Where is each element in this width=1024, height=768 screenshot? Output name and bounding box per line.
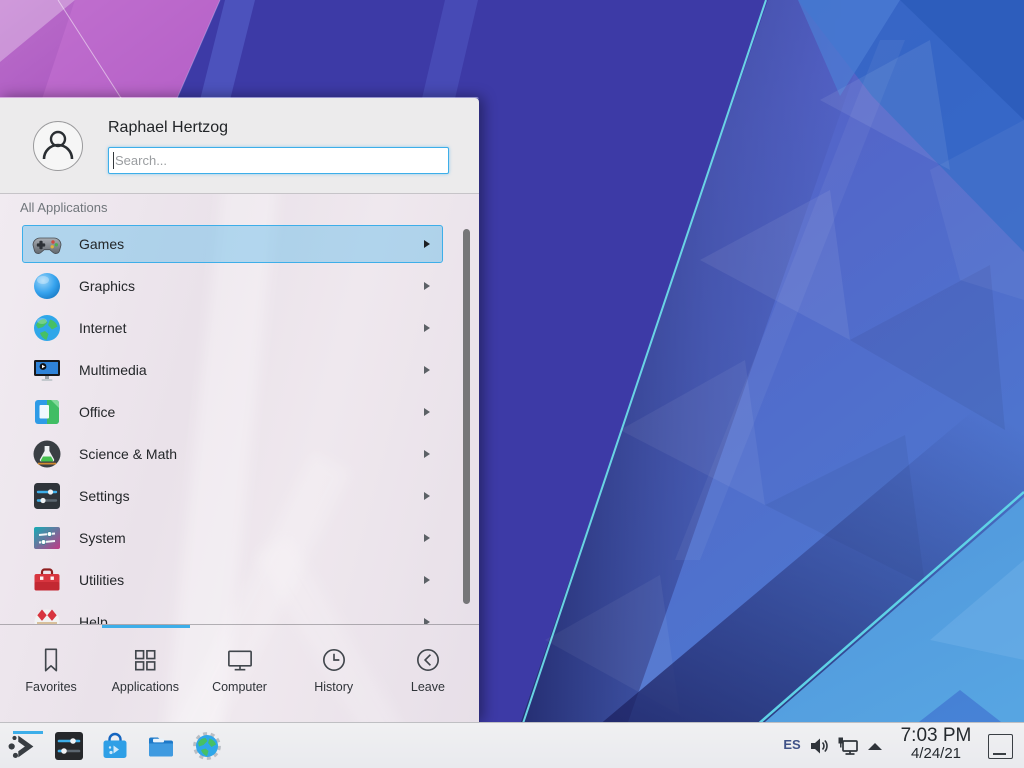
launcher-open-indicator: [13, 731, 43, 734]
settings-sliders-icon: [31, 480, 63, 512]
desktop: Raphael Hertzog All Applications: [0, 0, 1024, 768]
submenu-arrow-icon: [424, 324, 430, 332]
tab-label: Computer: [212, 680, 267, 694]
submenu-arrow-icon: [424, 240, 430, 248]
menu-item-system[interactable]: System: [22, 519, 443, 557]
application-launcher-menu: Raphael Hertzog All Applications: [0, 97, 480, 722]
tab-computer[interactable]: Computer: [192, 625, 286, 723]
menu-item-label: Office: [79, 404, 424, 420]
menu-item-label: Internet: [79, 320, 424, 336]
tab-label: History: [314, 680, 353, 694]
kickoff-tab-bar: Favorites Applications C: [0, 625, 479, 723]
menu-item-office[interactable]: Office: [22, 393, 443, 431]
monitor-icon: [225, 645, 255, 675]
menu-item-label: Graphics: [79, 278, 424, 294]
menu-item-label: Science & Math: [79, 446, 424, 462]
application-launcher-button[interactable]: [5, 728, 41, 764]
tab-label: Leave: [411, 680, 445, 694]
gamepad-icon: [31, 228, 63, 260]
network-icon[interactable]: [836, 735, 860, 764]
digital-clock[interactable]: 7:03 PM 4/24/21: [895, 726, 977, 762]
kde-kickoff-icon: [6, 729, 40, 763]
globe-icon: [31, 312, 63, 344]
submenu-arrow-icon: [424, 534, 430, 542]
tab-favorites[interactable]: Favorites: [4, 625, 98, 723]
text-caret: [113, 152, 114, 169]
user-avatar: [33, 121, 83, 171]
clock-date: 4/24/21: [895, 746, 977, 762]
office-icon: [31, 396, 63, 428]
tab-history[interactable]: History: [287, 625, 381, 723]
show-desktop-button[interactable]: [988, 734, 1013, 759]
graphics-sphere-icon: [31, 270, 63, 302]
submenu-arrow-icon: [424, 408, 430, 416]
submenu-arrow-icon: [424, 450, 430, 458]
app-grid-icon: [130, 645, 160, 675]
tab-leave[interactable]: Leave: [381, 625, 475, 723]
taskbar-panel: ES 7:03 PM 4/24/21: [0, 722, 1024, 768]
leave-icon: [413, 645, 443, 675]
search-input[interactable]: [108, 147, 449, 174]
submenu-arrow-icon: [424, 576, 430, 584]
system-settings-icon: [53, 730, 85, 762]
dolphin-folder-icon: [145, 730, 177, 762]
help-lifering-icon: [31, 606, 63, 624]
menu-item-label: Games: [79, 236, 424, 252]
menu-item-help[interactable]: Help: [22, 603, 443, 624]
keyboard-layout-indicator[interactable]: ES: [780, 737, 804, 752]
application-category-list: Games Graphics: [0, 224, 479, 624]
system-icon: [31, 522, 63, 554]
submenu-arrow-icon: [424, 492, 430, 500]
volume-icon[interactable]: [808, 735, 830, 762]
web-browser-globe-icon: [191, 730, 223, 762]
list-scrollbar[interactable]: [463, 229, 470, 604]
dolphin-taskbar-button[interactable]: [143, 728, 179, 764]
menu-header: Raphael Hertzog: [0, 98, 479, 194]
menu-item-label: Help: [79, 614, 424, 624]
menu-item-graphics[interactable]: Graphics: [22, 267, 443, 305]
expand-tray-caret-icon[interactable]: [868, 743, 882, 750]
menu-item-label: System: [79, 530, 424, 546]
discover-icon: [99, 730, 131, 762]
tab-label: Applications: [112, 680, 179, 694]
menu-item-label: Settings: [79, 488, 424, 504]
web-browser-taskbar-button[interactable]: [189, 728, 225, 764]
tab-applications[interactable]: Applications: [98, 625, 192, 723]
user-name: Raphael Hertzog: [108, 119, 228, 137]
section-label: All Applications: [20, 200, 107, 215]
menu-item-settings[interactable]: Settings: [22, 477, 443, 515]
menu-item-science-math[interactable]: Science & Math: [22, 435, 443, 473]
submenu-arrow-icon: [424, 366, 430, 374]
menu-item-multimedia[interactable]: Multimedia: [22, 351, 443, 389]
menu-item-games[interactable]: Games: [22, 225, 443, 263]
clock-icon: [319, 645, 349, 675]
submenu-arrow-icon: [424, 282, 430, 290]
tab-label: Favorites: [25, 680, 76, 694]
science-flask-icon: [31, 438, 63, 470]
person-icon: [34, 122, 82, 170]
utilities-toolbox-icon: [31, 564, 63, 596]
bookmark-icon: [36, 645, 66, 675]
menu-item-label: Multimedia: [79, 362, 424, 378]
discover-taskbar-button[interactable]: [97, 728, 133, 764]
multimedia-icon: [31, 354, 63, 386]
system-settings-taskbar-button[interactable]: [51, 728, 87, 764]
menu-item-utilities[interactable]: Utilities: [22, 561, 443, 599]
clock-time: 7:03 PM: [895, 726, 977, 746]
menu-item-internet[interactable]: Internet: [22, 309, 443, 347]
menu-item-label: Utilities: [79, 572, 424, 588]
